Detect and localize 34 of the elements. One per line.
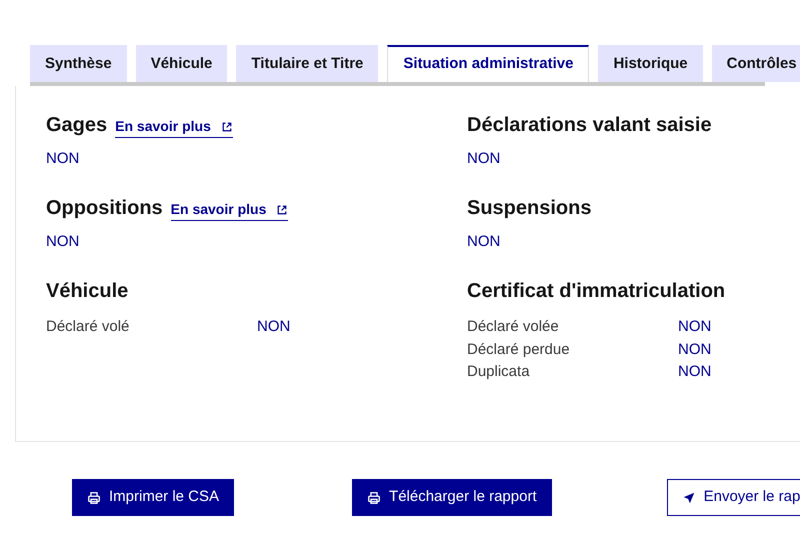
printer-icon [367, 490, 382, 504]
status-value: NON [46, 232, 80, 252]
field-value: NON [678, 317, 712, 337]
field-value: NON [678, 340, 712, 360]
tab[interactable]: Contrôles [712, 45, 800, 82]
status-value: NON [46, 149, 80, 169]
field-label: Déclaré volée [467, 317, 560, 337]
tab[interactable]: Titulaire et Titre [236, 45, 378, 82]
tab[interactable]: Synthèse [30, 45, 127, 82]
field-label: Déclaré volé [46, 317, 130, 337]
section-heading: Certificat d'immatriculation [467, 279, 726, 304]
status-value: NON [467, 232, 502, 252]
section-heading: Véhicule [46, 279, 128, 304]
section-heading: Oppositions [46, 196, 163, 221]
field-label: Duplicata [467, 362, 531, 382]
send-icon [682, 490, 696, 504]
external-link-icon [220, 120, 233, 132]
action-button[interactable]: Télécharger le rapport [352, 479, 552, 516]
action-button[interactable]: Envoyer le rap [666, 479, 800, 516]
field-value: NON [257, 317, 290, 337]
tab[interactable]: Historique [598, 45, 703, 82]
tab[interactable]: Situation administrative [387, 45, 590, 82]
section-heading: Gages [46, 113, 108, 138]
printer-icon [87, 490, 101, 504]
learn-more-link[interactable]: En savoir plus [115, 116, 233, 138]
field-value: NON [678, 362, 712, 382]
learn-more-link[interactable]: En savoir plus [170, 199, 288, 221]
tab[interactable]: Véhicule [136, 45, 228, 82]
status-value: NON [467, 149, 502, 169]
section-heading: Suspensions [467, 196, 592, 221]
section-heading: Déclarations valant saisie [467, 113, 712, 138]
action-button[interactable]: Imprimer le CSA [72, 479, 234, 516]
external-link-icon [276, 204, 288, 216]
field-label: Déclaré perdue [467, 340, 571, 360]
